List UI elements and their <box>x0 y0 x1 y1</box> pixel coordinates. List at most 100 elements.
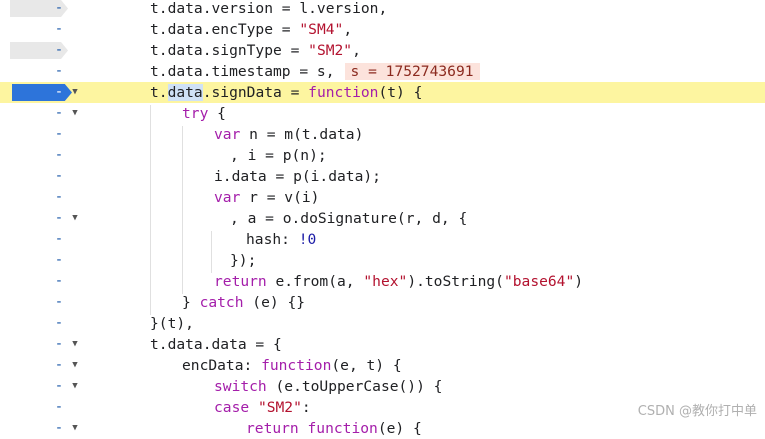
code-text: t.data.timestamp = s, s = 1752743691 <box>150 61 480 82</box>
line-marker-icon: - <box>54 420 64 436</box>
code-line[interactable]: - ▼ switch (e.toUpperCase()) { <box>0 376 765 397</box>
code-line[interactable]: - ▼ , a = o.doSignature(r, d, { <box>0 208 765 229</box>
keyword-token: return <box>246 420 299 437</box>
code-token: t.data.timestamp = s, <box>150 63 335 80</box>
code-line[interactable]: - t.data.encType = "SM4", <box>0 19 765 40</box>
fold-toggle-icon[interactable]: ▼ <box>70 355 80 376</box>
code-line[interactable]: - ▼ return function(e) { <box>0 418 765 439</box>
line-gutter[interactable]: - <box>0 124 86 145</box>
code-text: t.data.version = l.version, <box>150 0 387 19</box>
keyword-token: try <box>182 105 209 122</box>
keyword-token: var <box>214 189 241 206</box>
code-token: { <box>208 105 226 122</box>
fold-toggle-icon[interactable]: ▼ <box>70 208 80 229</box>
code-line[interactable]: - i.data = p(i.data); <box>0 166 765 187</box>
line-marker-icon: - <box>54 231 64 247</box>
code-token: , <box>343 21 353 38</box>
fold-toggle-icon[interactable]: ▼ <box>70 376 80 397</box>
line-gutter[interactable]: - <box>0 229 86 250</box>
code-text: t.data.data = { <box>150 334 282 355</box>
code-text: var n = m(t.data) <box>214 124 363 145</box>
line-marker-icon: - <box>54 357 64 373</box>
line-gutter[interactable]: - <box>0 40 86 61</box>
code-text: i.data = p(i.data); <box>214 166 381 187</box>
keyword-token: catch <box>199 294 244 311</box>
code-line[interactable]: - ▼ t.data.data = { <box>0 334 765 355</box>
line-marker-icon: - <box>54 105 64 121</box>
fold-toggle-icon[interactable]: ▼ <box>70 82 80 103</box>
current-execution-line[interactable]: - ▼ t.data.signData = function(t) { <box>0 82 765 103</box>
code-text: t.data.encType = "SM4", <box>150 19 352 40</box>
line-gutter[interactable]: - ▼ <box>0 355 86 376</box>
line-marker-icon: - <box>54 273 64 289</box>
fold-toggle-icon[interactable]: ▼ <box>70 334 80 355</box>
code-editor[interactable]: - t.data.version = l.version, - t.data.encT… <box>0 0 765 437</box>
code-token: , a = o.doSignature(r, d, { <box>230 210 468 227</box>
fold-toggle-icon[interactable]: ▼ <box>70 103 80 124</box>
code-token: ) <box>574 273 584 290</box>
code-text: t.data.signType = "SM2", <box>150 40 361 61</box>
line-marker-icon: - <box>54 252 64 268</box>
line-gutter[interactable]: - <box>0 166 86 187</box>
line-marker-icon: - <box>54 189 64 205</box>
line-marker-icon: - <box>54 42 64 58</box>
code-line[interactable]: - hash: !0 <box>0 229 765 250</box>
code-line[interactable]: - var r = v(i) <box>0 187 765 208</box>
code-line[interactable]: -}(t), <box>0 313 765 334</box>
line-gutter[interactable]: - ▼ <box>0 103 86 124</box>
code-token: }); <box>230 252 257 269</box>
string-token: "SM2" <box>308 42 353 59</box>
code-line[interactable]: - , i = p(n); <box>0 145 765 166</box>
code-token: r = v(i) <box>240 189 320 206</box>
line-gutter[interactable]: - <box>0 271 86 292</box>
line-gutter[interactable]: - ▼ <box>0 334 86 355</box>
code-line[interactable]: - ▼ try { <box>0 103 765 124</box>
line-gutter[interactable]: - ▼ <box>0 208 86 229</box>
line-marker-icon: - <box>54 147 64 163</box>
code-line[interactable]: - t.data.version = l.version, <box>0 0 765 19</box>
code-token: (t) { <box>378 84 423 101</box>
code-text: case "SM2": <box>214 397 311 418</box>
code-token: (e, t) { <box>331 357 402 374</box>
string-token: "base64" <box>503 273 575 290</box>
line-gutter[interactable]: - <box>0 313 86 334</box>
code-line[interactable]: - t.data.timestamp = s, s = 1752743691 <box>0 61 765 82</box>
fold-toggle-icon[interactable]: ▼ <box>70 418 80 439</box>
code-token: t.data.version = l.version, <box>150 0 388 17</box>
line-gutter[interactable]: - ▼ <box>0 82 86 103</box>
line-gutter[interactable]: - <box>0 0 86 19</box>
code-line[interactable]: -}); <box>0 250 765 271</box>
line-gutter[interactable]: - <box>0 292 86 313</box>
keyword-token: return <box>214 273 267 290</box>
line-gutter[interactable]: - <box>0 397 86 418</box>
code-text: hash: !0 <box>246 229 316 250</box>
indent-guide <box>211 231 212 273</box>
keyword-token: function <box>307 420 378 437</box>
code-line[interactable]: - t.data.signType = "SM2", <box>0 40 765 61</box>
line-marker-icon: - <box>54 294 64 310</box>
line-gutter[interactable]: - <box>0 61 86 82</box>
line-marker-icon: - <box>54 0 64 16</box>
code-text: return e.from(a, "hex").toString("base64… <box>214 271 583 292</box>
line-marker-icon: - <box>54 168 64 184</box>
code-token: : <box>301 399 311 416</box>
line-gutter[interactable]: - <box>0 145 86 166</box>
code-token: hash: <box>246 231 299 248</box>
code-text: try { <box>182 103 226 124</box>
line-gutter[interactable]: - ▼ <box>0 376 86 397</box>
line-gutter[interactable]: - <box>0 19 86 40</box>
watermark: CSDN @教你打中单 <box>637 404 757 419</box>
code-line[interactable]: -} catch (e) {} <box>0 292 765 313</box>
code-line[interactable]: - ▼ encData: function(e, t) { <box>0 355 765 376</box>
code-line[interactable]: - return e.from(a, "hex").toString("base6… <box>0 271 765 292</box>
line-gutter[interactable]: - <box>0 187 86 208</box>
code-line[interactable]: - var n = m(t.data) <box>0 124 765 145</box>
code-token: encData: <box>182 357 262 374</box>
code-token: , i = p(n); <box>230 147 327 164</box>
line-gutter[interactable]: - <box>0 250 86 271</box>
code-text: }); <box>230 250 256 271</box>
line-gutter[interactable]: - ▼ <box>0 418 86 439</box>
code-token: .signData = <box>202 84 309 101</box>
code-text: , i = p(n); <box>230 145 327 166</box>
